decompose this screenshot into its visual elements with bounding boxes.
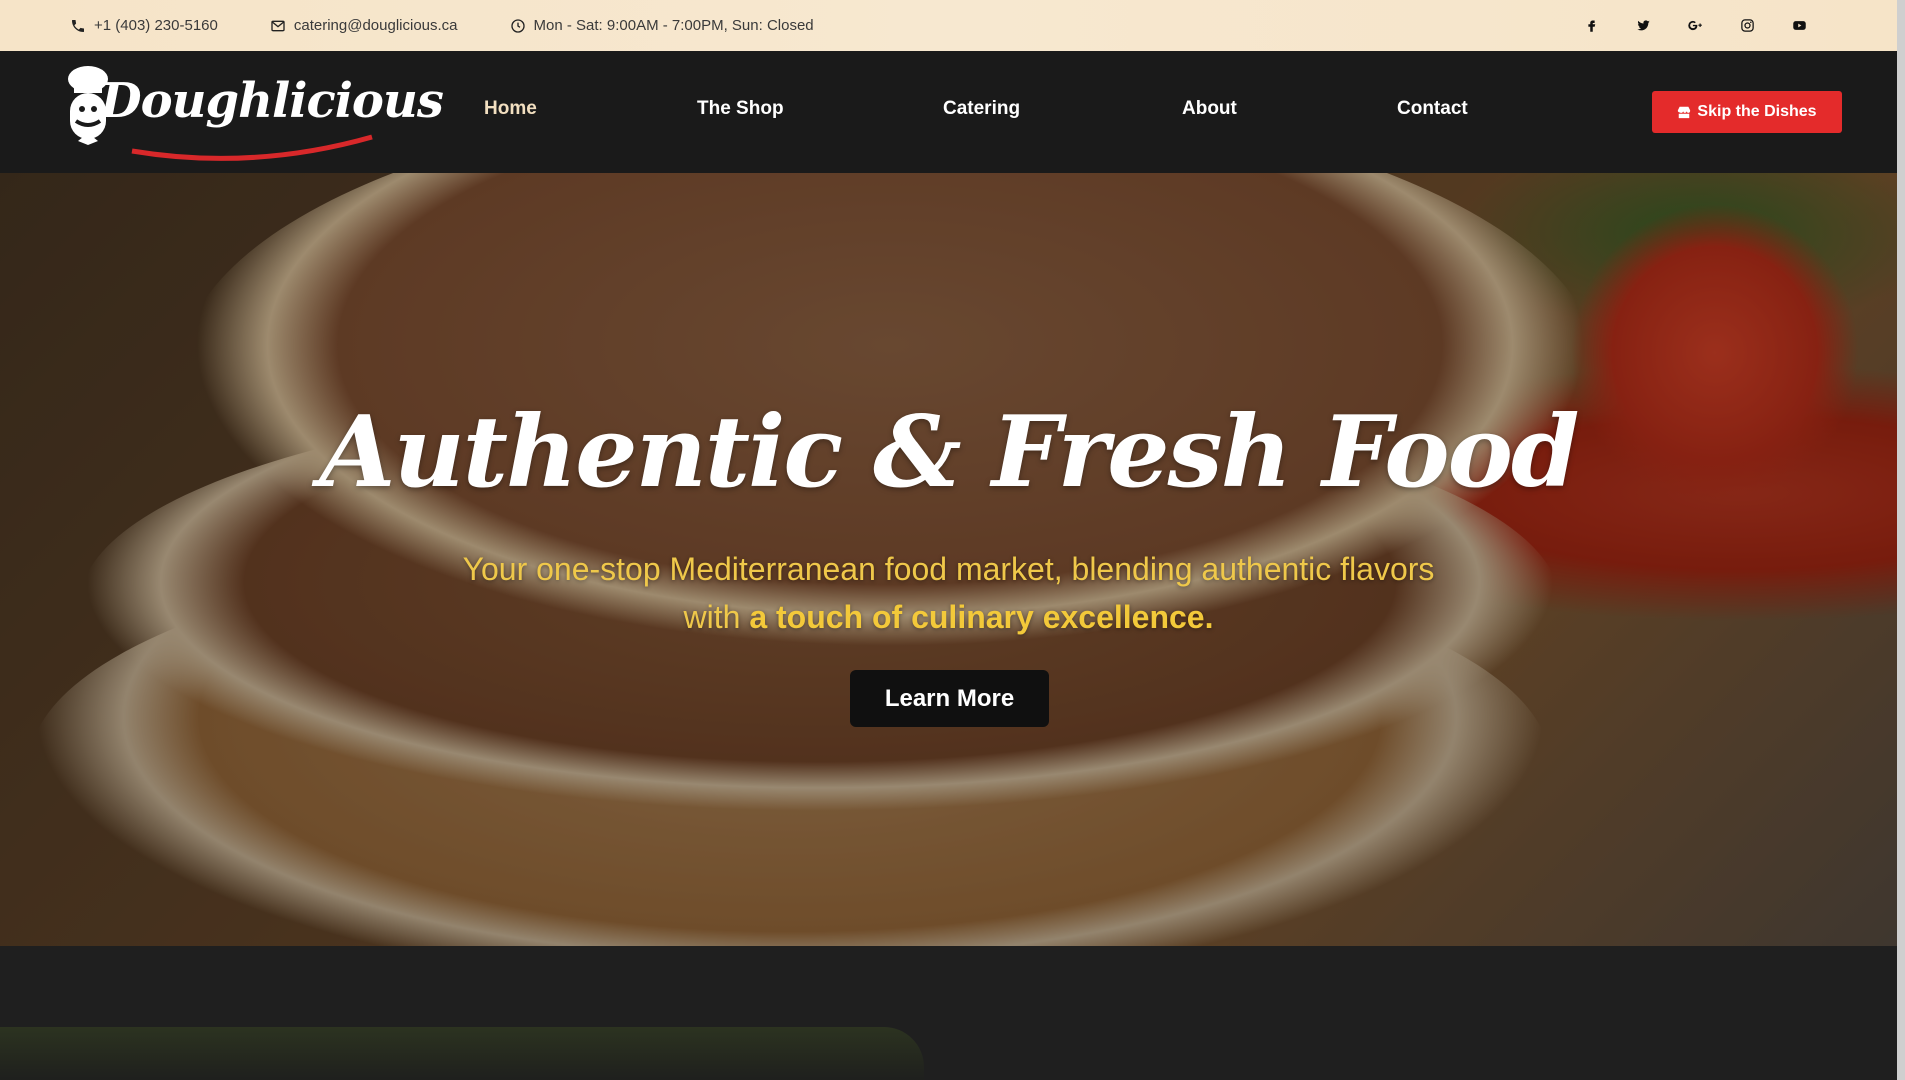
nav-home[interactable]: Home bbox=[484, 98, 537, 120]
instagram-link[interactable] bbox=[1721, 0, 1773, 51]
youtube-icon bbox=[1792, 21, 1806, 30]
section-image-card bbox=[0, 1027, 924, 1080]
social-links bbox=[1565, 0, 1825, 51]
nav-catering[interactable]: Catering bbox=[943, 98, 1020, 120]
twitter-icon bbox=[1636, 20, 1650, 31]
next-section bbox=[0, 946, 1897, 1080]
logo-wordmark: Doughlicious bbox=[100, 73, 444, 129]
clock-icon bbox=[510, 18, 525, 33]
store-icon bbox=[1678, 106, 1691, 119]
envelope-icon bbox=[271, 20, 285, 31]
hours-info: Mon - Sat: 9:00AM - 7:00PM, Sun: Closed bbox=[510, 17, 814, 34]
skip-the-dishes-button[interactable]: Skip the Dishes bbox=[1652, 91, 1842, 133]
hero-subtitle-bold: a touch of culinary excellence. bbox=[749, 599, 1214, 635]
page-scrollbar[interactable] bbox=[1897, 0, 1905, 1080]
instagram-icon bbox=[1740, 19, 1754, 32]
hero-title: Authentic & Fresh Food bbox=[319, 395, 1579, 510]
google-plus-link[interactable] bbox=[1669, 0, 1721, 51]
hours-text: Mon - Sat: 9:00AM - 7:00PM, Sun: Closed bbox=[533, 17, 814, 34]
phone-text: +1 (403) 230-5160 bbox=[94, 17, 218, 34]
hero-subtitle: Your one-stop Mediterranean food market,… bbox=[430, 545, 1467, 641]
learn-more-button[interactable]: Learn More bbox=[850, 670, 1049, 727]
phone-icon bbox=[72, 19, 84, 32]
page: +1 (403) 230-5160 catering@douglicious.c… bbox=[0, 0, 1905, 1080]
main-navbar: Doughlicious Home The Shop Catering Abou… bbox=[0, 51, 1897, 173]
top-info-bar: +1 (403) 230-5160 catering@douglicious.c… bbox=[0, 0, 1905, 51]
nav-about[interactable]: About bbox=[1182, 98, 1237, 120]
phone-info[interactable]: +1 (403) 230-5160 bbox=[70, 17, 218, 34]
email-text: catering@douglicious.ca bbox=[293, 17, 458, 34]
facebook-link[interactable] bbox=[1565, 0, 1617, 51]
nav-contact[interactable]: Contact bbox=[1397, 98, 1468, 120]
site-logo[interactable]: Doughlicious bbox=[62, 61, 444, 165]
youtube-link[interactable] bbox=[1773, 0, 1825, 51]
facebook-icon bbox=[1587, 20, 1595, 32]
hero-banner: Authentic & Fresh Food Your one-stop Med… bbox=[0, 173, 1897, 946]
email-info[interactable]: catering@douglicious.ca bbox=[270, 17, 458, 34]
nav-the-shop[interactable]: The Shop bbox=[697, 98, 784, 120]
twitter-link[interactable] bbox=[1617, 0, 1669, 51]
skip-the-dishes-label: Skip the Dishes bbox=[1697, 103, 1817, 120]
google-plus-icon bbox=[1687, 20, 1702, 31]
